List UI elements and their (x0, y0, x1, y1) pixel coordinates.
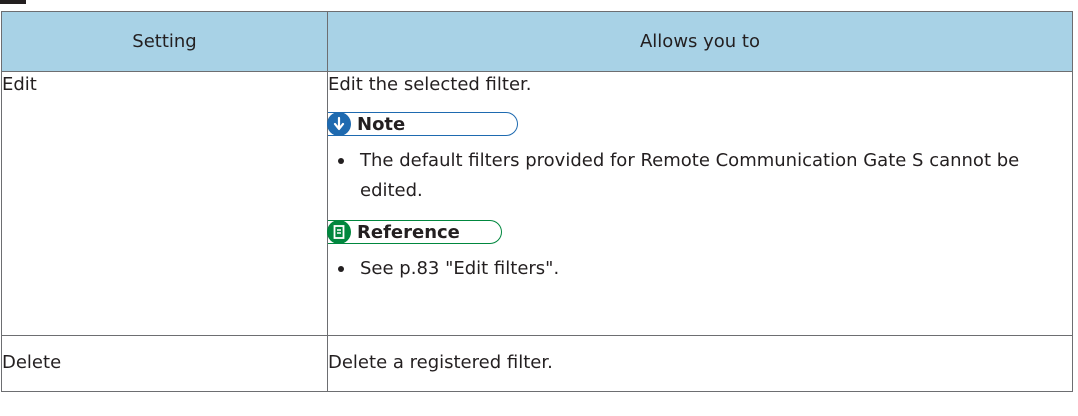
header-allows-you-to: Allows you to (327, 11, 1073, 72)
description-text: Delete a registered filter. (328, 352, 553, 373)
note-label: Note (357, 113, 406, 135)
description-text: Edit the selected filter. (328, 74, 532, 95)
setting-cell: Delete (1, 335, 328, 392)
reference-label: Reference (357, 221, 460, 243)
top-rule-decoration (0, 0, 26, 4)
list-item: The default filters provided for Remote … (338, 146, 1072, 206)
settings-table: Setting Allows you to Edit Edit the sele… (1, 11, 1073, 392)
reference-heading: Reference (327, 220, 502, 244)
bullet-icon (338, 158, 344, 164)
note-list: The default filters provided for Remote … (328, 146, 1072, 206)
reference-item-text: See p.83 "Edit filters". (360, 258, 560, 279)
note-heading: Note (327, 112, 518, 136)
list-item: See p.83 "Edit filters". (338, 254, 1072, 284)
setting-name: Delete (2, 352, 62, 373)
note-item-text: The default filters provided for Remote … (360, 150, 1020, 201)
document-icon (327, 220, 351, 244)
setting-name: Edit (2, 74, 37, 95)
table-row-edit: Edit Edit the selected filter. Note The … (1, 71, 1073, 336)
description-cell: Edit the selected filter. Note The defau… (327, 71, 1073, 336)
document-page: Setting Allows you to Edit Edit the sele… (0, 0, 1078, 416)
down-arrow-icon (327, 112, 351, 136)
header-setting: Setting (1, 11, 328, 72)
setting-cell: Edit (1, 71, 328, 336)
table-row-delete: Delete Delete a registered filter. (1, 335, 1073, 392)
reference-list: See p.83 "Edit filters". (328, 254, 1072, 284)
description-cell: Delete a registered filter. (327, 335, 1073, 392)
table-header-row: Setting Allows you to (1, 11, 1073, 72)
bullet-icon (338, 266, 344, 272)
